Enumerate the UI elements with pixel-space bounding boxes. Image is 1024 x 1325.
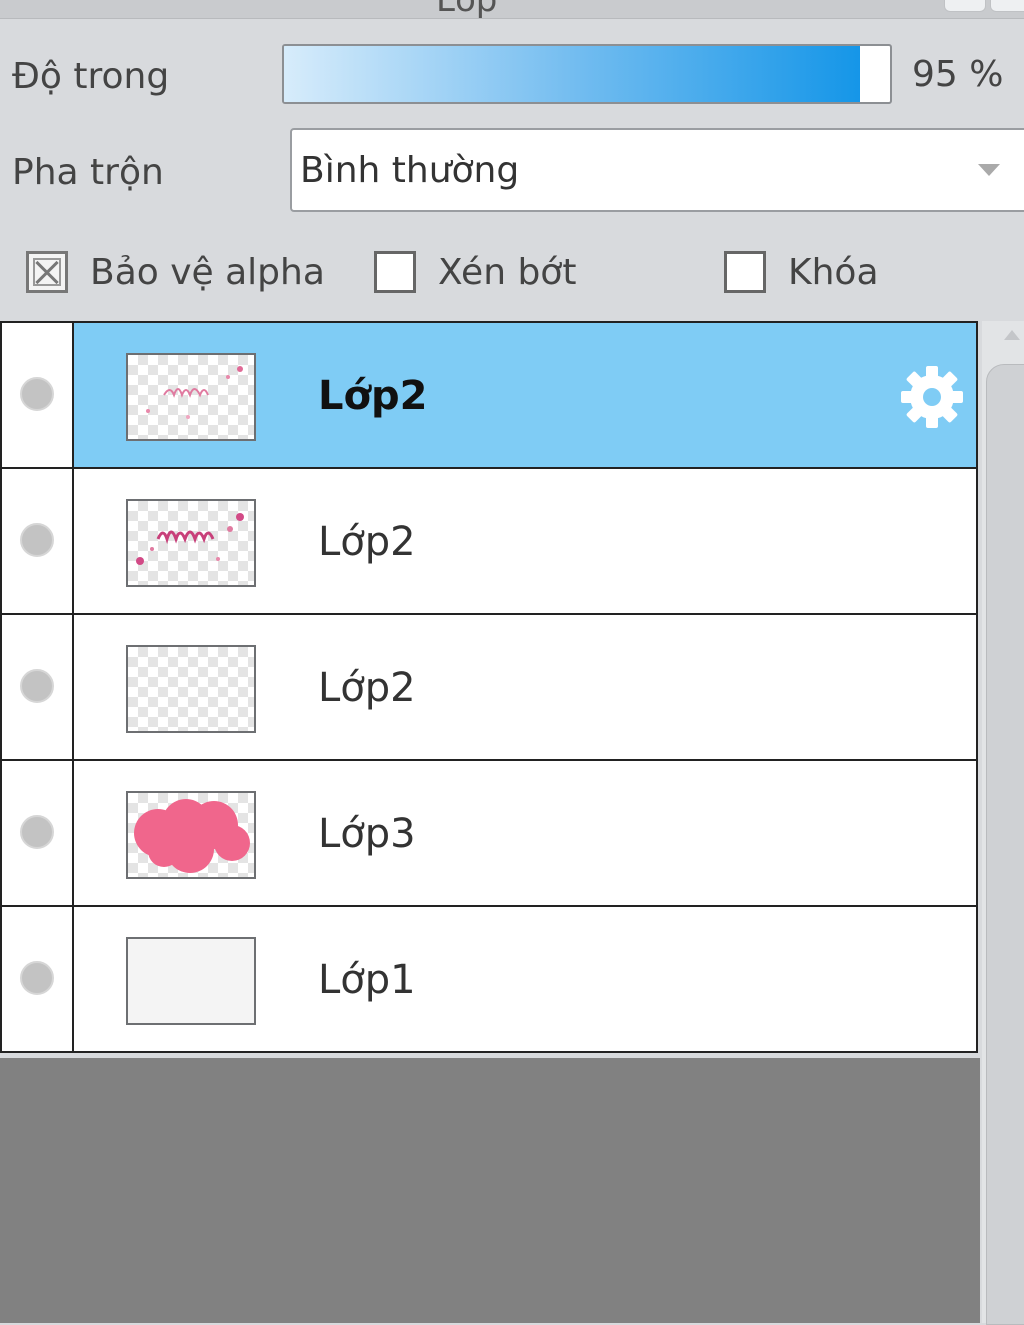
layer-main[interactable]: Lớp2: [74, 615, 976, 759]
visibility-icon[interactable]: [20, 523, 54, 557]
visibility-icon[interactable]: [20, 961, 54, 995]
layer-row[interactable]: Lớp2: [0, 321, 978, 469]
visibility-cell[interactable]: [2, 761, 74, 905]
layer-row[interactable]: Lớp1: [0, 907, 978, 1053]
panel-float-button[interactable]: [944, 0, 986, 12]
layer-thumbnail: [126, 499, 256, 587]
visibility-icon[interactable]: [20, 377, 54, 411]
alpha-protect-label: Bảo vệ alpha: [90, 251, 325, 293]
alpha-protect-checkbox[interactable]: [26, 251, 68, 293]
layer-main[interactable]: Lớp2: [74, 323, 976, 467]
panel-close-button[interactable]: [990, 0, 1024, 12]
blend-mode-select[interactable]: Bình thường: [290, 128, 1024, 212]
pink-cloud-thumbnail-icon: [134, 799, 250, 873]
layer-row[interactable]: Lớp2: [0, 615, 978, 761]
layer-thumbnail: [126, 937, 256, 1025]
visibility-icon[interactable]: [20, 669, 54, 703]
layer-main[interactable]: Lớp3: [74, 761, 976, 905]
lock-checkbox[interactable]: [724, 251, 766, 293]
layer-main[interactable]: Lớp1: [74, 907, 976, 1051]
visibility-cell[interactable]: [2, 615, 74, 759]
layer-thumbnail: [126, 353, 256, 441]
layer-thumbnail: [126, 791, 256, 879]
scroll-up-icon[interactable]: [1004, 330, 1020, 340]
layer-name: Lớp3: [318, 811, 416, 857]
panel-title-bar: Lớp: [0, 0, 1024, 20]
layer-name: Lớp1: [318, 957, 416, 1003]
blend-mode-label: Pha trộn: [12, 152, 164, 193]
lock-option[interactable]: Khóa: [724, 246, 879, 298]
layer-name: Lớp2: [318, 665, 416, 711]
visibility-icon[interactable]: [20, 815, 54, 849]
opacity-slider[interactable]: [282, 44, 892, 104]
scrollbar-thumb[interactable]: [986, 364, 1024, 1325]
panel-title: Lớp: [436, 0, 498, 20]
opacity-value: 95 %: [912, 54, 1004, 95]
chevron-down-icon: [978, 164, 1000, 176]
layer-name: Lớp2: [318, 373, 428, 419]
layer-list-empty-area: [0, 1058, 980, 1323]
alpha-protect-option[interactable]: Bảo vệ alpha: [26, 246, 325, 298]
layer-list: Lớp2 Lớp2 Lớp2 Lớp3 Lớp1: [0, 321, 978, 1053]
visibility-cell[interactable]: [2, 907, 74, 1051]
lock-label: Khóa: [788, 251, 879, 293]
pink-scribble-thumbnail-icon: [146, 366, 243, 419]
clip-checkbox[interactable]: [374, 251, 416, 293]
layer-main[interactable]: Lớp2: [74, 469, 976, 613]
blend-mode-value: Bình thường: [300, 150, 520, 191]
pink-scribble-dots-thumbnail-icon: [136, 513, 244, 565]
layer-row[interactable]: Lớp2: [0, 469, 978, 615]
layer-name: Lớp2: [318, 519, 416, 565]
visibility-cell[interactable]: [2, 323, 74, 467]
layer-row[interactable]: Lớp3: [0, 761, 978, 907]
layer-thumbnail: [126, 645, 256, 733]
clip-option[interactable]: Xén bớt: [374, 246, 576, 298]
visibility-cell[interactable]: [2, 469, 74, 613]
opacity-label: Độ trong: [12, 56, 170, 97]
opacity-slider-fill: [284, 46, 860, 102]
gear-icon[interactable]: [898, 363, 966, 431]
clip-label: Xén bớt: [438, 251, 577, 293]
